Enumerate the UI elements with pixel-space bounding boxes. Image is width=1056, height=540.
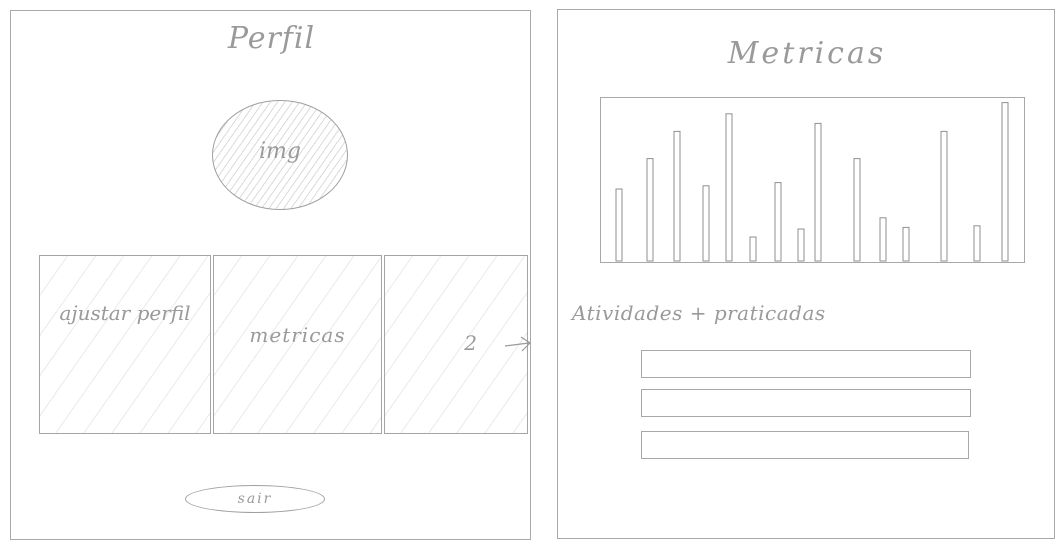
page-title: Perfil — [227, 21, 316, 56]
next-card[interactable]: 2 — [384, 255, 531, 434]
bar-5 — [725, 113, 733, 262]
bar-6 — [749, 236, 757, 262]
bar-11 — [879, 217, 887, 262]
chart-frame — [600, 97, 1025, 263]
section-title: Atividades + praticadas — [572, 301, 826, 325]
bar-12 — [902, 226, 910, 262]
perfil-screen: Perfil img ajustar perfil metricas 2 sai… — [10, 10, 531, 540]
bar-10 — [853, 158, 861, 262]
bar-9 — [814, 122, 822, 262]
bar-7 — [774, 182, 782, 262]
bar-4 — [702, 185, 710, 262]
avatar-label: img — [259, 139, 301, 164]
bar-2 — [646, 158, 654, 262]
metricas-screen: Metricas Atividades + praticadas — [557, 9, 1055, 539]
avatar[interactable]: img — [212, 100, 348, 210]
card-label: ajustar perfil — [59, 301, 191, 325]
logout-button[interactable]: sair — [185, 485, 325, 513]
bar-15 — [1001, 102, 1009, 262]
activity-bar-chart — [600, 97, 1025, 263]
arrow-right-icon[interactable] — [503, 334, 533, 354]
card-label: metricas — [249, 323, 346, 347]
activity-field-3[interactable] — [641, 431, 969, 459]
bar-14 — [973, 225, 981, 262]
metrics-card[interactable]: metricas — [213, 255, 382, 434]
bar-1 — [615, 188, 623, 262]
bar-8 — [797, 228, 805, 262]
bar-13 — [940, 130, 948, 262]
adjust-profile-card[interactable]: ajustar perfil — [39, 255, 211, 434]
page-title: Metricas — [727, 36, 887, 71]
bar-3 — [673, 130, 681, 262]
activity-field-1[interactable] — [641, 350, 971, 378]
activity-field-2[interactable] — [641, 389, 971, 417]
